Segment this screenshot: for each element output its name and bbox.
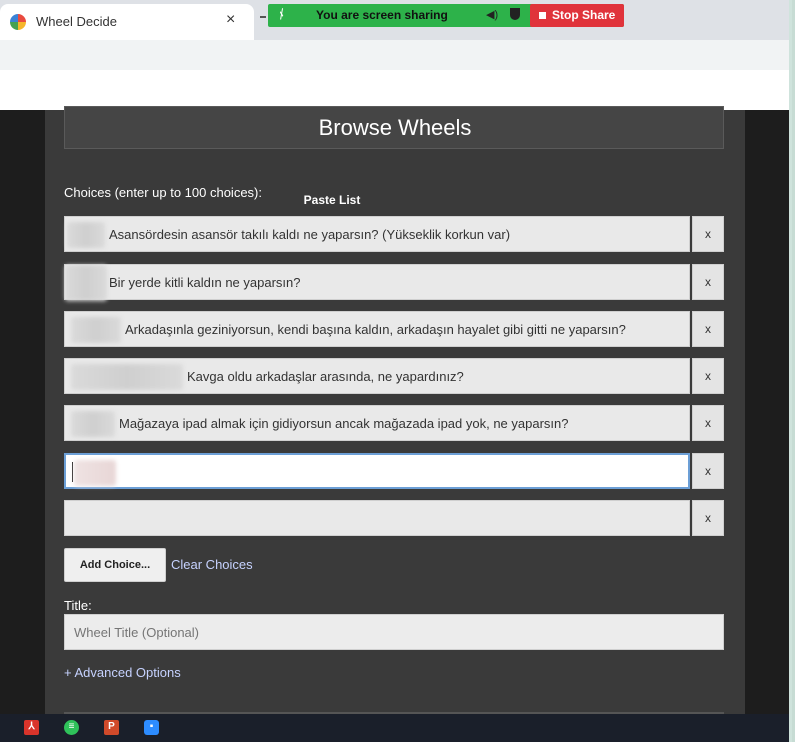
- text-cursor: [72, 462, 73, 482]
- choice-text: Kavga oldu arkadaşlar arasında, ne yapar…: [187, 369, 464, 384]
- choice-row: Mağazaya ipad almak için gidiyorsun anca…: [64, 405, 724, 441]
- tab-separator: [260, 16, 266, 18]
- screen-share-banner: ᚾ You are screen sharing ◀) Stop Share: [268, 4, 624, 27]
- choice-input-active[interactable]: [64, 453, 690, 489]
- shield-icon[interactable]: [510, 8, 520, 20]
- remove-choice-button[interactable]: x: [692, 500, 724, 536]
- wheel-title-input[interactable]: [64, 614, 724, 650]
- choice-input[interactable]: Mağazaya ipad almak için gidiyorsun anca…: [64, 405, 690, 441]
- browser-toolbar: [0, 40, 789, 70]
- acrobat-icon[interactable]: ⅄: [24, 720, 39, 735]
- remove-choice-button[interactable]: x: [692, 453, 724, 489]
- redacted-area: [65, 265, 107, 301]
- spotify-icon[interactable]: ≡: [64, 720, 79, 735]
- choice-row: Bir yerde kitli kaldın ne yaparsın? x: [64, 264, 724, 301]
- stop-share-button[interactable]: Stop Share: [530, 4, 624, 27]
- zoom-icon[interactable]: ▪: [144, 720, 159, 735]
- choice-text: Asansördesin asansör takılı kaldı ne yap…: [109, 227, 511, 242]
- remove-choice-button[interactable]: x: [692, 358, 724, 394]
- stop-icon: [539, 12, 546, 19]
- choice-text: Arkadaşınla geziniyorsun, kendi başına k…: [125, 322, 626, 337]
- remove-choice-button[interactable]: x: [692, 405, 724, 441]
- share-status-text: You are screen sharing: [316, 8, 448, 22]
- choice-input[interactable]: [64, 500, 690, 536]
- choice-row: x: [64, 453, 724, 489]
- speaker-icon[interactable]: ◀): [486, 8, 498, 21]
- remove-choice-button[interactable]: x: [692, 216, 724, 252]
- redacted-area: [71, 364, 183, 390]
- browse-wheels-title: Browse Wheels: [318, 115, 472, 140]
- taskbar: ⅄ ≡ P ▪: [0, 714, 789, 742]
- browser-tab[interactable]: Wheel Decide ×: [0, 4, 254, 40]
- tab-title: Wheel Decide: [36, 14, 117, 29]
- browser-address-area: [0, 70, 789, 110]
- paste-list-button[interactable]: Paste List: [289, 185, 375, 216]
- right-edge-accent: [790, 110, 792, 170]
- choice-row: Asansördesin asansör takılı kaldı ne yap…: [64, 216, 724, 252]
- choice-input[interactable]: Kavga oldu arkadaşlar arasında, ne yapar…: [64, 358, 690, 394]
- powerpoint-icon[interactable]: P: [104, 720, 119, 735]
- title-label: Title:: [64, 598, 92, 613]
- browse-wheels-header[interactable]: Browse Wheels: [64, 106, 724, 149]
- choice-input[interactable]: Bir yerde kitli kaldın ne yaparsın?: [64, 264, 690, 301]
- clear-choices-link[interactable]: Clear Choices: [171, 557, 253, 572]
- advanced-options-link[interactable]: + Advanced Options: [64, 665, 181, 680]
- screenshot-frame: Wheel Decide × ᚾ You are screen sharing …: [0, 0, 792, 742]
- redacted-area: [71, 411, 115, 437]
- signal-icon: ᚾ: [276, 7, 287, 21]
- add-choice-button[interactable]: Add Choice...: [64, 548, 166, 582]
- browser-tab-strip: Wheel Decide × ᚾ You are screen sharing …: [0, 0, 789, 40]
- stop-share-label: Stop Share: [552, 8, 616, 22]
- redacted-area: [71, 317, 121, 343]
- redacted-area: [67, 222, 105, 248]
- choice-input[interactable]: Arkadaşınla geziniyorsun, kendi başına k…: [64, 311, 690, 347]
- redacted-area: [74, 460, 116, 486]
- choices-label: Choices (enter up to 100 choices):: [64, 185, 262, 200]
- remove-choice-button[interactable]: x: [692, 264, 724, 300]
- choice-text: Bir yerde kitli kaldın ne yaparsın?: [109, 275, 301, 290]
- choice-text: Mağazaya ipad almak için gidiyorsun anca…: [119, 416, 569, 431]
- choice-row: Kavga oldu arkadaşlar arasında, ne yapar…: [64, 358, 724, 394]
- choice-row: x: [64, 500, 724, 536]
- wheel-favicon-icon: [10, 14, 26, 30]
- choice-row: Arkadaşınla geziniyorsun, kendi başına k…: [64, 311, 724, 347]
- choice-input[interactable]: Asansördesin asansör takılı kaldı ne yap…: [64, 216, 690, 252]
- remove-choice-button[interactable]: x: [692, 311, 724, 347]
- tab-close-icon[interactable]: ×: [226, 11, 235, 29]
